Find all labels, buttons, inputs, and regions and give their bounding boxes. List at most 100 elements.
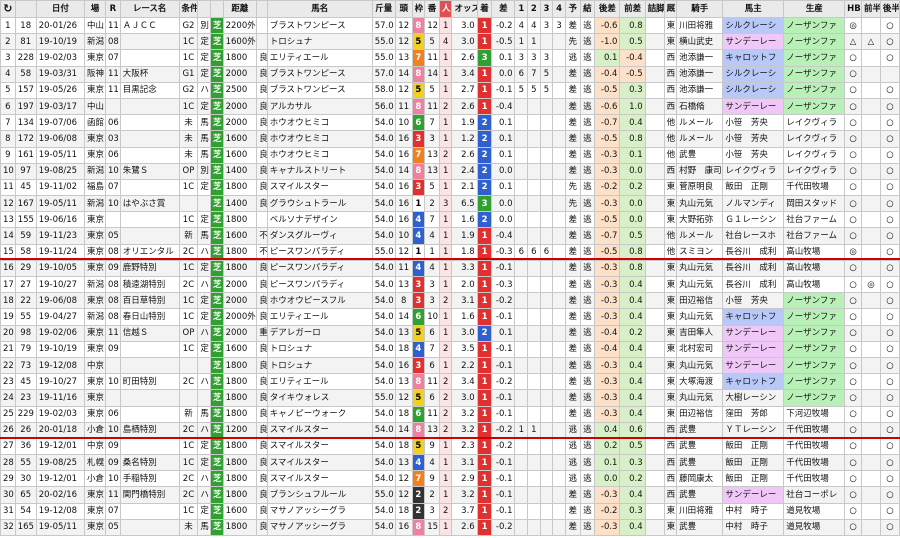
column-header[interactable]: HB [844, 0, 862, 18]
column-header[interactable]: レース名 [119, 0, 180, 18]
column-header[interactable]: 条件 [178, 0, 199, 18]
cell-ban: 6 [424, 324, 440, 342]
table-row[interactable]: 4 58 19-03/31 阪神 11 大阪杯 G1 定芝 2000 良ブラストワンピース 57.0… [0, 65, 900, 83]
column-header[interactable]: 馬名 [266, 0, 373, 18]
table-row[interactable]: 10 97 19-08/25 新潟 10 朱鷺Ｓ OP 別芝 1400 良キャナルストリート 54.… [0, 162, 900, 180]
column-header[interactable]: 着 [476, 0, 493, 18]
column-header[interactable]: オッズ [451, 0, 478, 18]
cell-yo: 差 [564, 389, 581, 407]
reload-button[interactable]: ↻ [0, 0, 16, 18]
cell-nin: 2 [438, 421, 453, 439]
column-header[interactable]: 頭 [394, 0, 413, 18]
cell-breeder: ノーザンファ [783, 308, 846, 326]
column-header[interactable] [14, 0, 37, 18]
cell-date: 19-10/27 [35, 373, 86, 391]
table-header-row: ↻ 日付場Rレース名条件 距離馬名斤量頭枠番人オッズ着差1234予結後差前差詰脚厩騎… [0, 0, 900, 18]
column-header[interactable]: 4 [552, 0, 566, 18]
table-row[interactable]: 16 29 19-10/05 東京 09 鹿野特別 1C 定芝 1800 良ピースワンパラディ 54… [0, 259, 900, 278]
table-row[interactable]: 24 23 19-11/16 東京 芝 1800 良タイキウォレス 55.0 12 5 6 2 3.0 1… [0, 389, 900, 407]
column-header[interactable]: 人 [438, 0, 453, 18]
column-header[interactable]: 後半 [879, 0, 900, 18]
table-row[interactable]: 31 54 19-12/08 東京 07 1C 定芝 1600 良マサノアッシーグラ 54.0 18… [0, 502, 900, 520]
column-header[interactable]: 日付 [35, 0, 86, 18]
cell-c4 [552, 211, 566, 229]
table-row[interactable]: 7 134 19-07/06 函館 06 未馬芝 2000 良ホウオウヒミコ 54.0 10 6 7 1… [0, 114, 900, 132]
table-row[interactable]: 5 157 19-05/26 東京 11 目黒記念 G2 ハ芝 2500 良ブラストワンピース 58… [0, 81, 900, 99]
cell-breeder: 下河辺牧場 [783, 405, 846, 423]
column-header[interactable]: R [105, 0, 121, 18]
table-row[interactable]: 11 45 19-11/02 福島 07 1C 定芝 1800 良スマイルスター 54.0 16 3 5… [0, 178, 900, 197]
table-row[interactable]: 8 172 19-06/08 東京 03 未馬芝 1600 良ホウオウヒミコ 54.0 16 3 3 1… [0, 130, 900, 148]
column-header[interactable]: 前半 [860, 0, 881, 18]
table-row[interactable]: 2 81 19-10/19 新潟 08 1C 定芝 1600外 トロシュナ 55.0 12 5 5 4 3.… [0, 33, 900, 51]
column-header[interactable]: 1 [514, 0, 529, 18]
column-header[interactable]: 生産 [783, 0, 846, 18]
cell-breeder: ノーザンファ [783, 49, 846, 67]
cell-horse: タイキウォレス [266, 389, 373, 407]
table-row[interactable]: 23 45 19-10/27 東京 10 町田特別 2C ハ芝 1800 良エリティエール 54.0… [0, 373, 900, 391]
cell-tsu [644, 356, 665, 375]
table-row[interactable]: 26 26 20-01/18 小倉 10 島栖特別 2C ハ芝 1200 良スマイルスター 54.0… [0, 421, 900, 439]
column-header[interactable]: 枠 [411, 0, 426, 18]
column-header[interactable]: 距離 [222, 0, 258, 18]
column-header[interactable]: 場 [84, 0, 106, 18]
table-row[interactable]: 22 73 19-12/08 中京芝 1800 良トロシュナ 54.0 16 3 6 1 2.2 1 -0… [0, 356, 900, 375]
table-row[interactable]: 14 59 19-11/23 東京 05 新馬芝 1600 不ダンスグルーヴィ 54.0 10 4 4… [0, 227, 900, 245]
cell-n: 6 [0, 97, 16, 116]
column-header[interactable]: 後差 [594, 0, 621, 18]
table-row[interactable]: 28 55 19-08/25 札幌 09 桑名特別 1C 定芝 1800 良スマイルスター 54.0… [0, 454, 900, 472]
table-row[interactable]: 32 165 19-05/11 東京 05 未馬芝 1800 良マサノアッシーグラ 54.0 16… [0, 518, 900, 537]
table-row[interactable]: 6 197 19-03/17 中山 1C 定芝 2000 良アルカサル 56.0 11 8 11 2 2.… [0, 97, 900, 116]
table-row[interactable]: 27 36 19-12/01 中京 09 1C 定芝 1800 良スマイルスター 54.0 18 5 9… [0, 437, 900, 456]
cell-dist: 1800 [222, 389, 258, 407]
table-row[interactable]: 3 228 19-02/03 東京 07 1C 定芝 1800 良エリティエール 55.0 13 7 1… [0, 49, 900, 67]
table-row[interactable]: 29 30 19-12/01 小倉 10 手稲特別 2C ハ芝 1800 良スマイルスター 54.0… [0, 470, 900, 488]
cell-race [119, 146, 180, 164]
column-header[interactable]: 斤量 [371, 0, 396, 18]
table-row[interactable]: 17 27 19-10/27 新潟 08 積遠湖特別 2C ハ芝 2000 良ピースワンパラディ 5… [0, 275, 900, 294]
cell-place: 東京 [84, 405, 106, 423]
cell-date: 19-06/16 [35, 211, 86, 229]
table-row[interactable]: 20 98 19-02/06 東京 11 信越Ｓ OP ハ芝 2000 重デアレガーロ 54.0 13… [0, 324, 900, 342]
cell-zen [860, 356, 881, 375]
cell-race [119, 518, 180, 537]
column-header[interactable]: 2 [527, 0, 541, 18]
column-header[interactable]: 前差 [619, 0, 646, 18]
table-row[interactable]: 13 155 19-06/16 東京 1C 定芝 1800 ベルソナデザイン 54.0 16 4 7 1… [0, 211, 900, 229]
table-row[interactable]: 21 79 19-10/19 東京 09 1C 定芝 1600 良トロシュナ 54.0 18 4 7 2 3… [0, 340, 900, 358]
column-header[interactable]: 予 [564, 0, 581, 18]
cell-ke: 逃 [579, 292, 596, 310]
table-row[interactable]: 18 22 19-06/08 東京 08 百日草特別 1C 定芝 2000 良ホウオウピースフル 5… [0, 292, 900, 310]
column-header[interactable] [210, 0, 224, 18]
table-row[interactable]: 30 65 20-02/16 東京 11 関門橋特別 2C ハ芝 1800 良ブランシュフルール 5… [0, 486, 900, 504]
column-header[interactable]: 差 [491, 0, 516, 18]
table-row[interactable]: 25 229 19-02/03 東京 06 新馬芝 1800 良キャノピーウォーク 54.0 18… [0, 405, 900, 423]
column-header[interactable]: 馬主 [722, 0, 785, 18]
column-header[interactable]: 番 [424, 0, 440, 18]
cell-c1 [514, 486, 529, 504]
cell-nin: 1 [438, 259, 453, 278]
table-row[interactable]: 12 167 19-05/11 新潟 10 はやぶさ賞芝 1400 良グラウシュトラール 54.… [0, 195, 900, 213]
column-header[interactable]: 騎手 [676, 0, 724, 18]
table-row[interactable]: 19 55 19-04/27 新潟 08 春日山特別 1C 定芝 2000外良エリティエール 54… [0, 308, 900, 326]
table-row[interactable]: 9 161 19-05/11 東京 06 未馬芝 1600 良ホウオウヒミコ 54.0 16 7 13… [0, 146, 900, 164]
cell-kou: ○ [879, 356, 900, 375]
cell-horse: ホウオウピースフル [266, 292, 373, 310]
cell-c2: 3 [527, 49, 541, 67]
column-header[interactable]: 厩 [663, 0, 678, 18]
cell-kin: 54.0 [371, 275, 396, 294]
table-row[interactable]: 1 18 20-01/26 中山 11 ＡＪＣＣ G2 別芝 2200外 ブラストワンピース 57.… [0, 16, 900, 35]
column-header[interactable]: 詰脚 [644, 0, 665, 18]
cell-jockey: 石橋脩 [676, 97, 724, 116]
cell-cls: 未 [178, 146, 199, 164]
cell-r: 06 [105, 146, 121, 164]
cell-c4 [552, 33, 566, 51]
cell-id: 30 [14, 470, 37, 488]
cell-ke: 逃 [579, 486, 596, 504]
cell-mae: 0.4 [619, 486, 646, 504]
column-header[interactable]: 3 [539, 0, 554, 18]
column-header[interactable] [256, 0, 268, 18]
column-header[interactable] [197, 0, 211, 18]
column-header[interactable]: 結 [579, 0, 596, 18]
cell-ke: 逃 [579, 227, 596, 245]
